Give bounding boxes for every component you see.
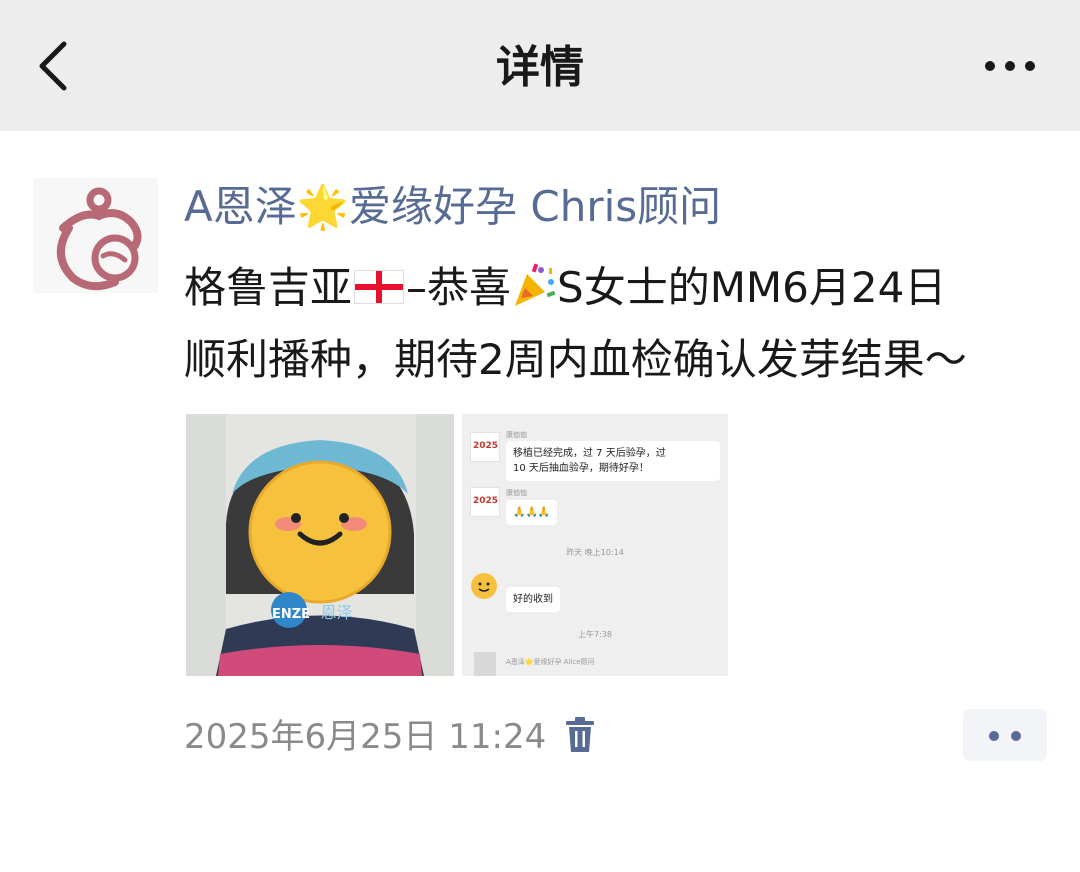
chat-message: 好的收到 [506,587,560,612]
post-timestamp: 2025年6月25日 11:24 [184,717,547,757]
delete-button[interactable] [564,716,596,754]
chat-avatar-logo: 2025 [470,487,500,517]
photo-watermark: ENZE 恩泽 [272,599,353,623]
chat-sender: 康恤恤 [506,489,527,497]
watermark-text: 恩泽 [320,603,353,622]
two-dots-comment-icon [1011,731,1021,741]
chat-avatar [474,652,496,676]
watermark-badge: ENZE [272,607,311,622]
page-title: 详情 [496,42,584,93]
chat-message: 🙏🙏🙏 [506,500,558,525]
post-photo-2[interactable]: 2025 康恤恤 移植已经完成，过 7 天后验孕，过 10 天后抽血验孕，期待好… [462,414,728,676]
two-dots-comment-icon [989,731,999,741]
top-bar: 详情 [0,0,1080,131]
photo-image [186,414,454,676]
post-photo-1[interactable]: ENZE 恩泽 [186,414,454,676]
party-popper-icon [515,263,556,306]
georgia-flag-icon [354,270,405,304]
chat-message-line: 10 天后抽血验孕，期待好孕！ [513,463,649,474]
post-text: 格鲁吉亚 –恭喜 S女士的MM6月24日 顺利播种，期待2周内血检确认发芽结果～ [184,252,1064,396]
avatar[interactable] [33,178,158,293]
chat-avatar-logo: 2025 [470,432,500,462]
chat-sender: A恩泽🌟爱缘好孕 Alice顾问 [506,658,595,666]
chat-time: 上午7:38 [578,630,612,639]
post-text-part: S女士的MM6月24日 [557,263,947,312]
post-text-line-2: 顺利播种，期待2周内血检确认发芽结果～ [184,335,967,384]
chat-message-line: 移植已经完成，过 7 天后验孕，过 [513,448,666,459]
chat-message: 移植已经完成，过 7 天后验孕，过 10 天后抽血验孕，期待好孕！ [506,441,720,481]
author-name[interactable]: A恩泽🌟爱缘好孕 Chris顾问 [184,178,721,236]
chat-avatar-logo-text: 2025 [473,496,499,506]
post-text-line-1: 格鲁吉亚 –恭喜 S女士的MM6月24日 [184,252,1064,324]
more-dots-icon [985,61,1035,71]
post-text-part: 格鲁吉亚 [184,263,353,312]
trash-icon [566,717,594,752]
chat-avatar-logo-text: 2025 [473,441,499,451]
more-button[interactable] [980,48,1040,84]
logo-mother-baby-icon [57,187,142,291]
chat-time: 昨天 晚上10:14 [566,548,624,557]
post-text-part: –恭喜 [406,263,512,312]
comment-like-button[interactable] [963,709,1047,761]
smiley-avatar-icon [471,573,497,599]
chat-sender: 康恤恤 [506,431,527,439]
